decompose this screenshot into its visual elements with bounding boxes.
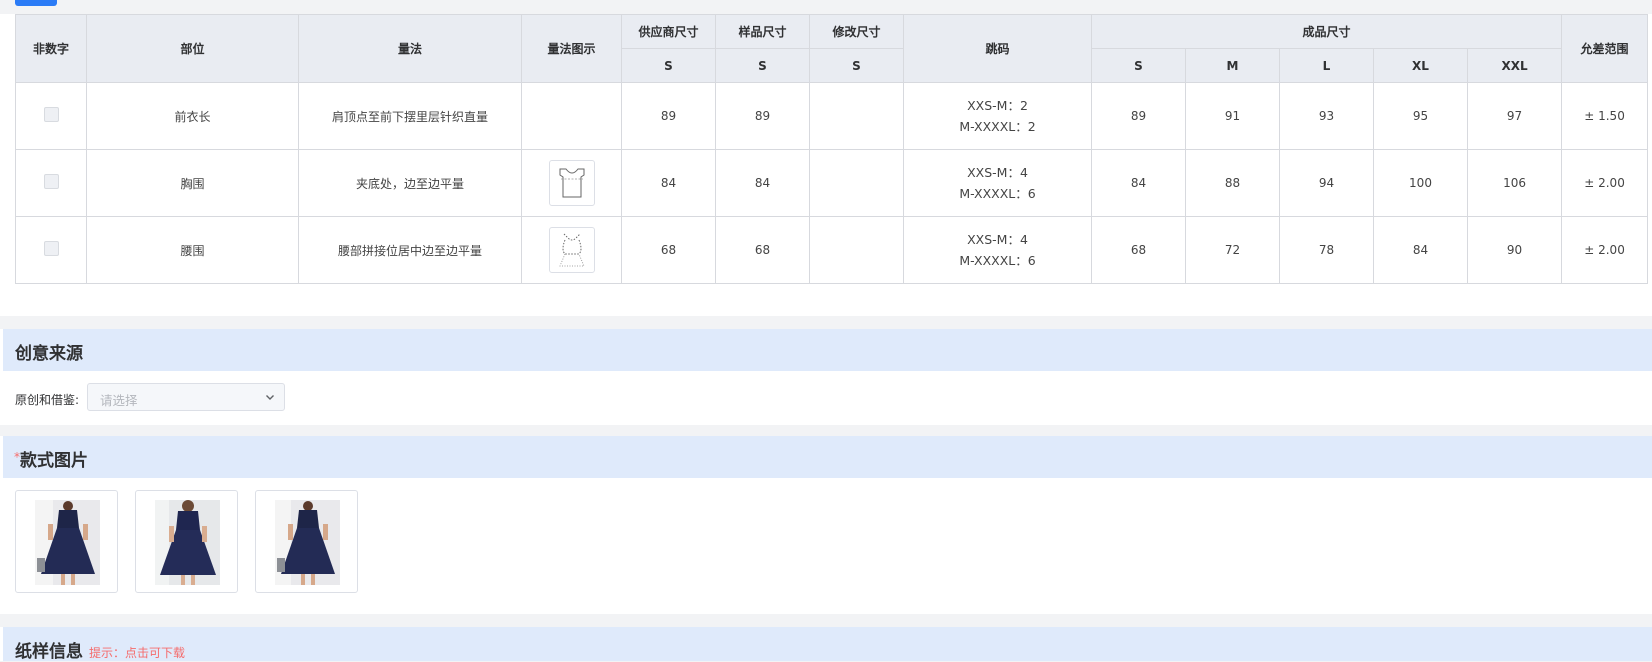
- jump-line: M-XXXXL：6: [959, 186, 1036, 201]
- jump-cell: XXS-M：4 M-XXXXL：6: [903, 149, 1092, 217]
- modified-cell: [809, 82, 904, 150]
- header-size-xl: XL: [1373, 48, 1468, 83]
- finished-xl-cell: 100: [1373, 149, 1468, 217]
- sample-cell: 89: [715, 82, 810, 150]
- header-modified-s: S: [809, 48, 904, 83]
- pattern-info-header: 纸样信息 提示：点击可下载: [3, 627, 1652, 662]
- jump-cell: XXS-M：4 M-XXXXL：6: [903, 216, 1092, 284]
- waist-diagram-thumbnail[interactable]: [548, 227, 595, 273]
- supplier-cell: 89: [621, 82, 716, 150]
- waist-diagram-icon: [558, 233, 585, 267]
- finished-xl-cell: 84: [1373, 216, 1468, 284]
- header-method: 量法: [298, 14, 522, 83]
- finished-s-cell: 68: [1091, 216, 1186, 284]
- part-cell: 腰围: [86, 216, 299, 284]
- original-reference-select[interactable]: 请选择: [87, 383, 285, 411]
- header-method-diagram: 量法图示: [521, 14, 622, 83]
- style-image-2[interactable]: [135, 490, 238, 593]
- sample-cell: 68: [715, 216, 810, 284]
- part-cell: 胸围: [86, 149, 299, 217]
- header-size-xxl: XXL: [1466, 48, 1563, 83]
- size-table-panel: 非数字 部位 量法 量法图示 供应商尺寸 样品尺寸 修改尺寸 跳码 成品尺寸 允…: [0, 14, 1652, 316]
- header-tolerance: 允差范围: [1561, 14, 1649, 83]
- header-part: 部位: [86, 14, 299, 83]
- modified-cell: [809, 149, 904, 217]
- finished-xxl-cell: 106: [1466, 149, 1563, 217]
- sample-cell: 84: [715, 149, 810, 217]
- header-jump: 跳码: [903, 14, 1092, 83]
- chest-diagram-icon: [559, 168, 584, 198]
- original-reference-label: 原创和借鉴:: [15, 393, 80, 407]
- header-non-numeric: 非数字: [15, 14, 87, 83]
- primary-button[interactable]: [15, 0, 57, 6]
- style-images-header: * 款式图片: [3, 436, 1652, 478]
- row-checkbox[interactable]: [43, 107, 59, 122]
- dress-back-photo-icon: [155, 500, 220, 585]
- section-title: 款式图片: [20, 451, 88, 471]
- tolerance-cell: ± 2.00: [1561, 149, 1649, 217]
- dress-front-photo-icon: [35, 500, 100, 585]
- header-size-l: L: [1279, 48, 1374, 83]
- header-sample-size: 样品尺寸: [715, 14, 810, 49]
- header-sample-s: S: [715, 48, 810, 83]
- header-supplier-size: 供应商尺寸: [621, 14, 716, 49]
- header-supplier-s: S: [621, 48, 716, 83]
- jump-line: M-XXXXL：6: [959, 253, 1036, 268]
- supplier-cell: 84: [621, 149, 716, 217]
- finished-xxl-cell: 97: [1466, 82, 1563, 150]
- method-cell: 肩顶点至前下摆里层针织直量: [298, 82, 522, 150]
- method-cell: 腰部拼接位居中边至边平量: [298, 216, 522, 284]
- finished-s-cell: 89: [1091, 82, 1186, 150]
- finished-l-cell: 93: [1279, 82, 1374, 150]
- tolerance-cell: ± 2.00: [1561, 216, 1649, 284]
- header-finished-size: 成品尺寸: [1090, 14, 1563, 49]
- finished-s-cell: 84: [1091, 149, 1186, 217]
- jump-line: M-XXXXL：2: [959, 119, 1036, 134]
- diagram-cell: [521, 216, 622, 284]
- table-row: 前衣长 肩顶点至前下摆里层针织直量 89 89 XXS-M：2 M-XXXXL：…: [15, 82, 1649, 150]
- row-checkbox[interactable]: [43, 241, 59, 256]
- header-size-m: M: [1185, 48, 1280, 83]
- header-size-s: S: [1091, 48, 1186, 83]
- header-modified-size: 修改尺寸: [809, 14, 904, 49]
- dress-front-photo-2-icon: [275, 500, 340, 585]
- style-image-1[interactable]: [15, 490, 118, 593]
- tolerance-cell: ± 1.50: [1561, 82, 1649, 150]
- row-checkbox[interactable]: [43, 174, 59, 189]
- jump-line: XXS-M：4: [967, 165, 1028, 180]
- supplier-cell: 68: [621, 216, 716, 284]
- jump-line: XXS-M：4: [967, 232, 1028, 247]
- table-row: 腰围 腰部拼接位居中边至边平量 68 68 XXS-M：4 M-XXXXL：6 …: [15, 216, 1649, 284]
- jump-line: XXS-M：2: [967, 98, 1028, 113]
- part-cell: 前衣长: [86, 82, 299, 150]
- chest-diagram-thumbnail[interactable]: [548, 160, 595, 206]
- finished-m-cell: 88: [1185, 149, 1280, 217]
- finished-xl-cell: 95: [1373, 82, 1468, 150]
- finished-l-cell: 78: [1279, 216, 1374, 284]
- section-title: 创意来源: [15, 344, 83, 364]
- section-title: 纸样信息: [15, 642, 83, 662]
- style-image-3[interactable]: [255, 490, 358, 593]
- diagram-cell: [521, 149, 622, 217]
- table-row: 胸围 夹底处，边至边平量 84 84 XXS-M：4 M-XXXXL：6 84 …: [15, 149, 1649, 217]
- size-spec-table: 非数字 部位 量法 量法图示 供应商尺寸 样品尺寸 修改尺寸 跳码 成品尺寸 允…: [15, 14, 1649, 284]
- finished-m-cell: 91: [1185, 82, 1280, 150]
- chevron-down-icon: [266, 395, 274, 400]
- select-placeholder: 请选择: [100, 393, 138, 408]
- download-hint[interactable]: 提示：点击可下载: [89, 646, 185, 660]
- creative-source-header: 创意来源: [3, 329, 1652, 371]
- method-cell: 夹底处，边至边平量: [298, 149, 522, 217]
- modified-cell: [809, 216, 904, 284]
- diagram-cell: [521, 82, 622, 150]
- finished-l-cell: 94: [1279, 149, 1374, 217]
- finished-m-cell: 72: [1185, 216, 1280, 284]
- jump-cell: XXS-M：2 M-XXXXL：2: [903, 82, 1092, 150]
- finished-xxl-cell: 90: [1466, 216, 1563, 284]
